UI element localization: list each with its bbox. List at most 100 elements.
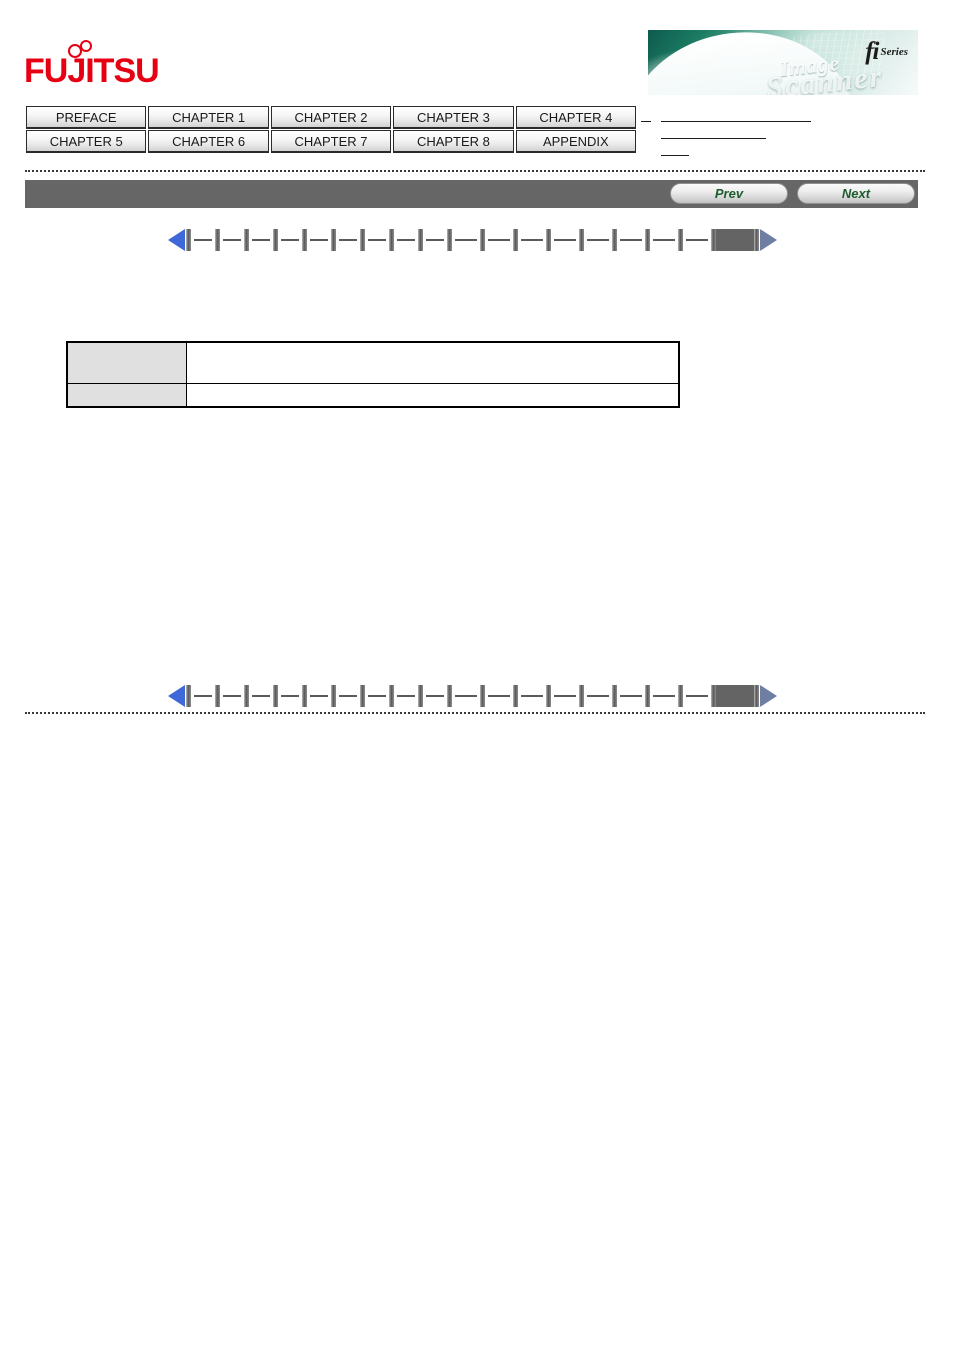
table-cell-value: [186, 341, 680, 384]
page-indicator-bottom: [168, 683, 777, 709]
page-indicator-top: [168, 227, 777, 253]
page-segment[interactable]: [389, 685, 418, 707]
tab-appendix[interactable]: APPENDIX: [515, 130, 637, 153]
page-segment[interactable]: [273, 685, 302, 707]
fujitsu-wordmark: FUJITSU: [24, 52, 160, 90]
page-segment-dash: [426, 239, 444, 241]
page-segment-tick: [612, 685, 617, 707]
page-segment-dash: [488, 239, 510, 241]
page-segment-tick: [754, 229, 759, 251]
page-segment-tick: [186, 229, 191, 251]
page-segment-tick: [418, 229, 423, 251]
tab-chapter-6[interactable]: CHAPTER 6: [148, 130, 269, 153]
page-segment-tick: [273, 685, 278, 707]
page-segment-tick: [447, 229, 452, 251]
fujitsu-logo-dot-small: [80, 40, 92, 52]
page-segment-dash: [455, 695, 477, 697]
chapter-tab-nav: PREFACE CHAPTER 1 CHAPTER 2 CHAPTER 3 CH…: [26, 106, 637, 154]
triangle-left-icon[interactable]: [168, 685, 185, 707]
page-segment-tick: [579, 685, 584, 707]
content-table-body: [66, 341, 680, 408]
triangle-right-icon[interactable]: [760, 229, 777, 251]
page-segment-dash: [368, 239, 386, 241]
page-segment-dash: [521, 695, 543, 697]
page-segment[interactable]: [244, 685, 273, 707]
page-segment-current[interactable]: [711, 229, 759, 251]
page-segment-dash: [620, 695, 642, 697]
triangle-right-icon[interactable]: [760, 685, 777, 707]
page-segment-dash: [194, 239, 212, 241]
page-segment[interactable]: [418, 685, 447, 707]
page-segment-dash: [397, 239, 415, 241]
page-segment-tick: [645, 685, 650, 707]
page-segment[interactable]: [480, 685, 513, 707]
page-segment-tick: [389, 685, 394, 707]
next-button[interactable]: Next: [797, 183, 915, 204]
triangle-left-icon[interactable]: [168, 229, 185, 251]
page-segment-tick: [513, 229, 518, 251]
page-segment[interactable]: [546, 229, 579, 251]
header-rule-line-3: [661, 155, 689, 156]
page-segment[interactable]: [360, 685, 389, 707]
tab-chapter-1[interactable]: CHAPTER 1: [148, 106, 269, 129]
page-segment-current[interactable]: [711, 685, 759, 707]
page-segment[interactable]: [360, 229, 389, 251]
page-segment[interactable]: [579, 229, 612, 251]
page-segment[interactable]: [418, 229, 447, 251]
page-segment-tick: [302, 685, 307, 707]
page-segment[interactable]: [678, 685, 711, 707]
page-segment[interactable]: [331, 685, 360, 707]
tab-chapter-4[interactable]: CHAPTER 4: [515, 106, 637, 129]
tab-preface[interactable]: PREFACE: [26, 106, 147, 129]
page-segment-tick: [480, 685, 485, 707]
page-segment-dash: [281, 239, 299, 241]
tab-chapter-2[interactable]: CHAPTER 2: [270, 106, 392, 129]
page-segment[interactable]: [612, 685, 645, 707]
page-segment[interactable]: [302, 685, 331, 707]
fujitsu-logo: FUJITSU: [24, 38, 204, 92]
table-cell-value: [186, 383, 680, 408]
page-segment-dash: [339, 695, 357, 697]
table-row: [66, 341, 680, 384]
tab-chapter-3[interactable]: CHAPTER 3: [393, 106, 514, 129]
tab-chapter-5[interactable]: CHAPTER 5: [26, 130, 147, 153]
page-segment-dash: [397, 695, 415, 697]
tab-connector-line: [641, 121, 651, 122]
page-segment-tick: [360, 685, 365, 707]
page-segment[interactable]: [513, 229, 546, 251]
page-segment[interactable]: [186, 229, 215, 251]
page-segment-tick: [645, 229, 650, 251]
page-segment[interactable]: [273, 229, 302, 251]
tab-chapter-7[interactable]: CHAPTER 7: [270, 130, 392, 153]
page-segment[interactable]: [302, 229, 331, 251]
page-segment-tick: [331, 685, 336, 707]
page-segment[interactable]: [447, 685, 480, 707]
page-segment-dash: [554, 695, 576, 697]
page-segment[interactable]: [215, 685, 244, 707]
page-segment[interactable]: [612, 229, 645, 251]
page-segment[interactable]: [645, 685, 678, 707]
prev-next-toolbar: Prev Next: [25, 180, 918, 208]
page-segment-dash: [554, 239, 576, 241]
page-segment-dash: [194, 695, 212, 697]
chapter-tab-row-2: CHAPTER 5 CHAPTER 6 CHAPTER 7 CHAPTER 8 …: [26, 130, 637, 153]
page-segment[interactable]: [389, 229, 418, 251]
page-segment[interactable]: [579, 685, 612, 707]
page-segment[interactable]: [186, 685, 215, 707]
page-segment[interactable]: [447, 229, 480, 251]
page-segment[interactable]: [678, 229, 711, 251]
page-segment[interactable]: [645, 229, 678, 251]
page-segment[interactable]: [244, 229, 273, 251]
page-segment-dash: [252, 239, 270, 241]
page-segment-dash: [368, 695, 386, 697]
current-page-marker: [716, 685, 754, 707]
page-segment[interactable]: [331, 229, 360, 251]
page-segment[interactable]: [215, 229, 244, 251]
prev-button[interactable]: Prev: [670, 183, 788, 204]
page-segment-dash: [686, 239, 708, 241]
page-segment[interactable]: [513, 685, 546, 707]
page-segment-tick: [215, 685, 220, 707]
page-segment[interactable]: [546, 685, 579, 707]
tab-chapter-8[interactable]: CHAPTER 8: [393, 130, 514, 153]
page-segment[interactable]: [480, 229, 513, 251]
